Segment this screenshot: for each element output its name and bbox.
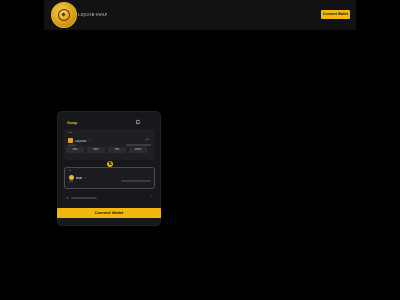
- route-placeholder: [71, 197, 97, 199]
- to-token-sub: BNB: [69, 181, 74, 183]
- from-panel[interactable]: From Bal LIQUOR ⌄ LIQUOR: [64, 129, 155, 160]
- from-label: From: [68, 132, 73, 134]
- chevron-down-icon: ⌄: [88, 138, 92, 142]
- percentage-buttons: 25% 50% 75% 100%: [66, 147, 147, 153]
- coin-logo-icon: [58, 9, 70, 21]
- from-token-selector[interactable]: LIQUOR ⌄: [68, 138, 91, 143]
- to-amount-placeholder[interactable]: [121, 180, 151, 182]
- pct-25-button[interactable]: 25%: [66, 147, 84, 153]
- bnb-token-icon: [69, 175, 74, 180]
- pct-100-button[interactable]: 100%: [129, 147, 147, 153]
- to-token-symbol: BNB: [76, 175, 83, 180]
- to-label: To: [69, 170, 72, 172]
- connect-wallet-button[interactable]: Connect Wallet: [57, 208, 161, 218]
- header-connect-wallet-button[interactable]: Connect Wallet: [321, 10, 350, 19]
- chevron-down-icon: ⌄: [84, 175, 87, 179]
- refresh-icon[interactable]: [135, 119, 141, 125]
- pct-50-button[interactable]: 50%: [87, 147, 105, 153]
- brand-name[interactable]: LIQUOR-SWAP: [78, 12, 107, 17]
- route-info: ⌄: [66, 195, 154, 201]
- top-header: LIQUOR-SWAP Connect Wallet: [44, 0, 356, 30]
- from-balance-label: Bal: [146, 139, 149, 141]
- pct-75-button[interactable]: 75%: [108, 147, 126, 153]
- from-token-symbol: LIQUOR: [75, 138, 87, 143]
- chevron-down-icon[interactable]: ⌄: [150, 195, 153, 198]
- route-dot: [66, 197, 69, 199]
- brand-logo[interactable]: [51, 2, 77, 28]
- liquor-token-icon: [68, 138, 73, 143]
- swap-title: Swap: [67, 120, 78, 125]
- to-token-selector[interactable]: BNB ⌄: [69, 175, 87, 180]
- to-panel[interactable]: To BNB ⌄ BNB: [64, 167, 155, 189]
- from-amount-placeholder[interactable]: [126, 144, 151, 146]
